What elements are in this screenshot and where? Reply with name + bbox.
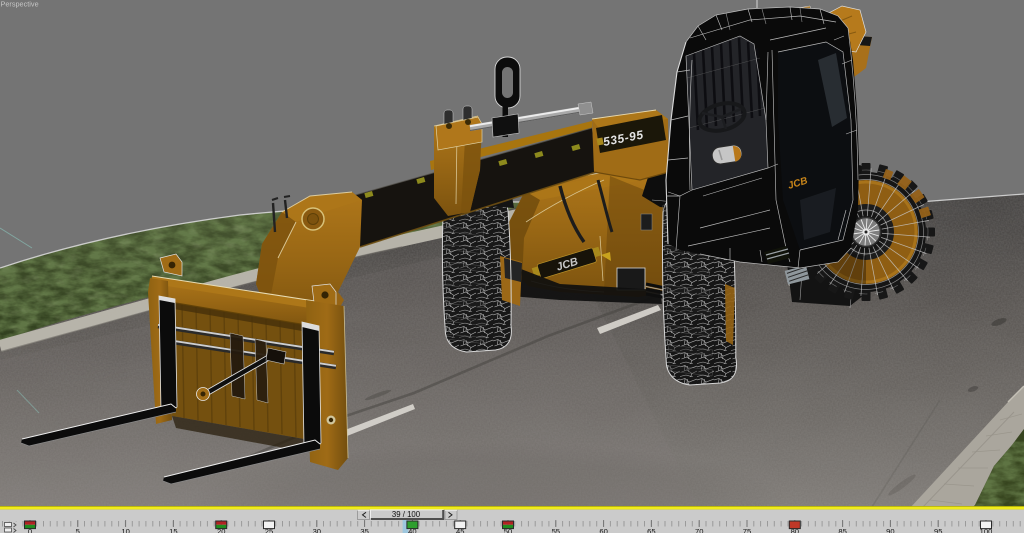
svg-text:90: 90 — [886, 527, 894, 533]
svg-text:95: 95 — [934, 527, 942, 533]
svg-text:30: 30 — [313, 527, 321, 533]
svg-text:Perspective: Perspective — [1, 0, 39, 9]
svg-text:70: 70 — [695, 527, 703, 533]
svg-text:5: 5 — [76, 527, 80, 533]
svg-text:15: 15 — [169, 527, 177, 533]
svg-text:39 / 100: 39 / 100 — [392, 510, 421, 519]
svg-text:35: 35 — [360, 527, 368, 533]
svg-text:10: 10 — [121, 527, 129, 533]
svg-text:65: 65 — [647, 527, 655, 533]
svg-text:85: 85 — [838, 527, 846, 533]
svg-text:60: 60 — [599, 527, 607, 533]
svg-text:75: 75 — [743, 527, 751, 533]
svg-text:55: 55 — [552, 527, 560, 533]
